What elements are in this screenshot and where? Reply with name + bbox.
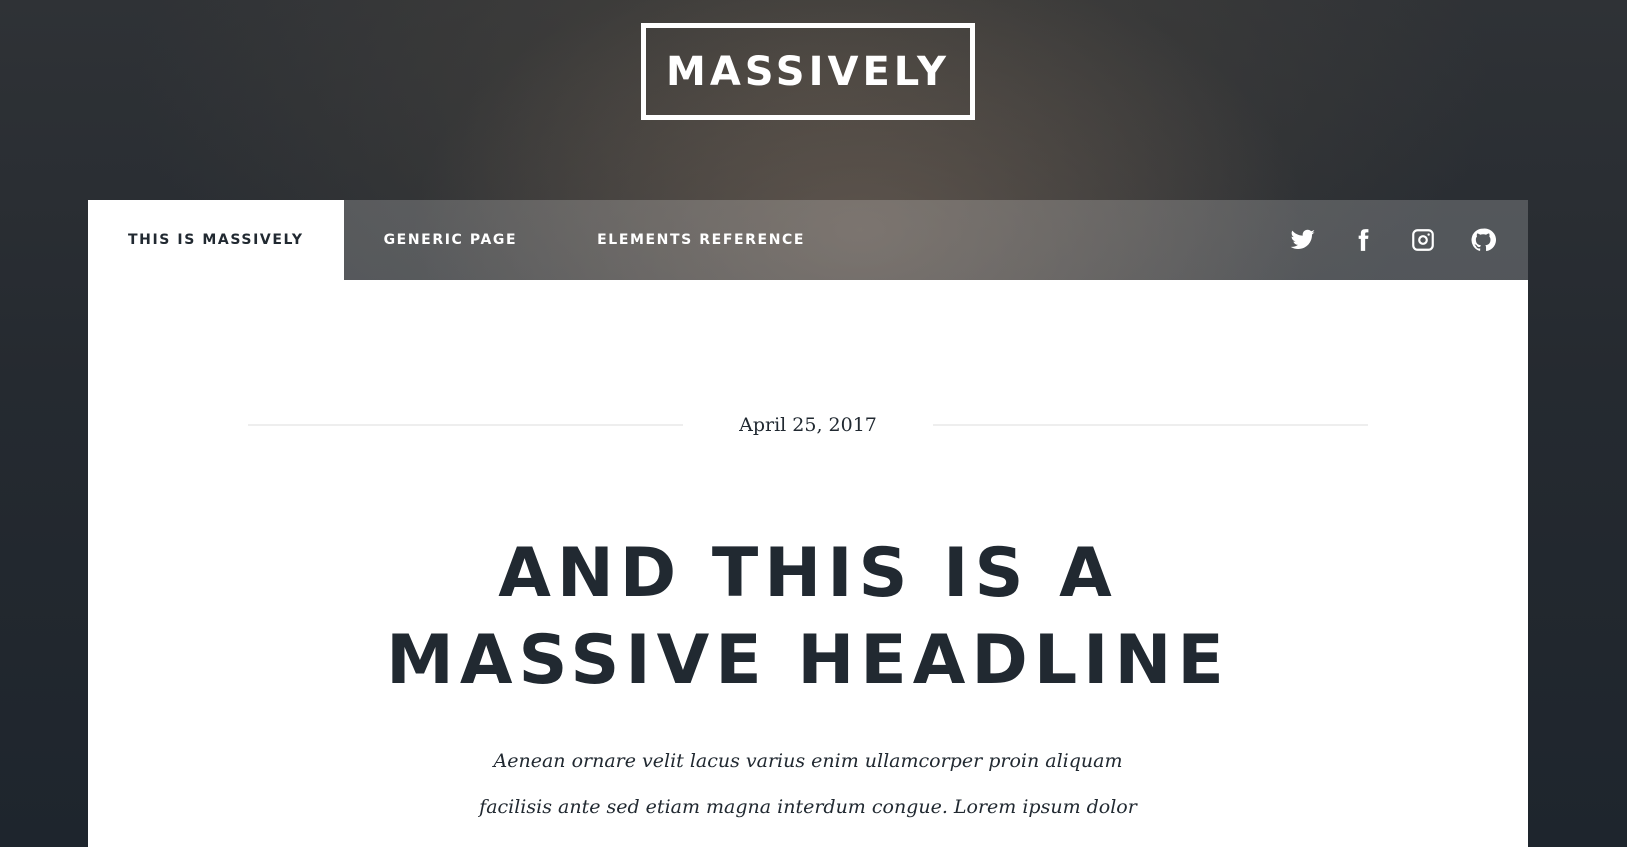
- main-nav: THIS IS MASSIVELY GENERIC PAGE ELEMENTS …: [88, 200, 1528, 280]
- instagram-icon[interactable]: [1408, 225, 1438, 255]
- date-divider-right: [932, 424, 1368, 426]
- github-icon[interactable]: [1468, 225, 1498, 255]
- date-divider-left: [248, 424, 684, 426]
- facebook-icon[interactable]: [1348, 225, 1378, 255]
- site-logo[interactable]: MASSIVELY: [641, 23, 975, 120]
- headline-line-1: AND THIS IS A: [498, 534, 1118, 613]
- headline-line-2: MASSIVE HEADLINE: [386, 621, 1230, 700]
- intro-line-2: facilisis ante sed etiam magna interdum …: [479, 796, 1137, 818]
- post-date-row: April 25, 2017: [248, 410, 1368, 440]
- main-content: April 25, 2017 AND THIS IS A MASSIVE HEA…: [88, 280, 1528, 847]
- post-intro: Aenean ornare velit lacus varius enim ul…: [88, 738, 1528, 830]
- twitter-icon[interactable]: [1288, 225, 1318, 255]
- post-headline: AND THIS IS A MASSIVE HEADLINE: [88, 530, 1528, 704]
- social-icons: [1288, 200, 1528, 280]
- intro-line-1: Aenean ornare velit lacus varius enim ul…: [493, 750, 1123, 772]
- nav-link-this-is-massively[interactable]: THIS IS MASSIVELY: [88, 200, 344, 280]
- post-date: April 25, 2017: [739, 414, 877, 436]
- nav-link-generic-page[interactable]: GENERIC PAGE: [344, 200, 558, 280]
- nav-link-elements-reference[interactable]: ELEMENTS REFERENCE: [557, 200, 845, 280]
- nav-links: THIS IS MASSIVELY GENERIC PAGE ELEMENTS …: [88, 200, 845, 280]
